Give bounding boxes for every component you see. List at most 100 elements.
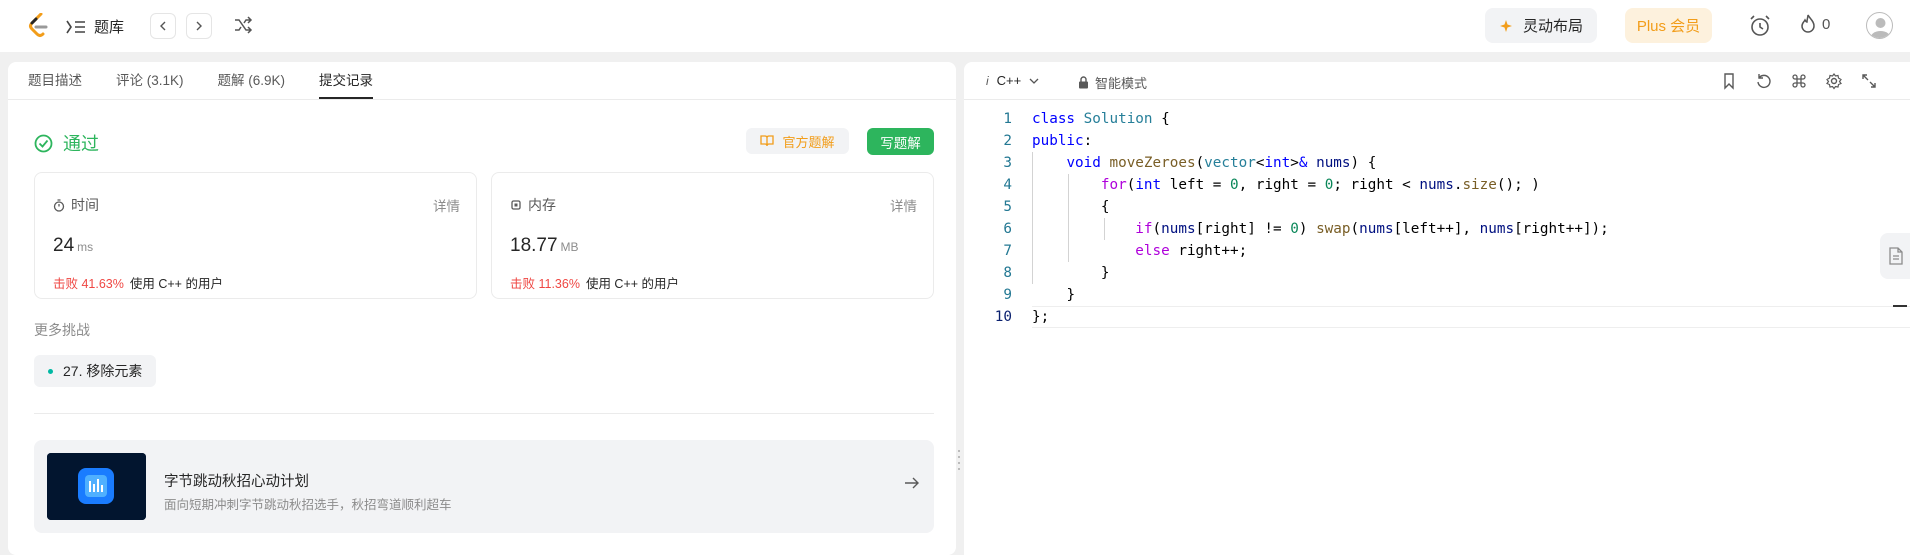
tab-description[interactable]: 题目描述 [28,69,82,99]
editor-toolbar: i C++ 智能模式 [964,62,1910,100]
document-icon [1889,247,1903,265]
lock-icon [1079,76,1088,89]
leetcode-logo[interactable] [27,13,49,39]
tab-comments[interactable]: 评论 (3.1K) [116,69,184,99]
code-line: 4 for(int left = 0, right = 0; right < n… [964,174,1910,196]
tab-solutions[interactable]: 题解 (6.9K) [218,69,286,99]
code-line-current: 10}; [964,306,1910,328]
memory-label: 内存 [528,197,556,213]
runtime-label-group: 时间 [53,195,99,215]
chip-icon [511,200,521,210]
chevron-down-icon [1029,78,1039,84]
official-solution-label: 官方题解 [782,134,835,150]
line-number: 3 [1003,155,1012,171]
streak-count: 0 [1822,15,1831,33]
code-line: 8 } [964,262,1910,284]
runtime-detail-link[interactable]: 详情 [433,195,460,215]
left-tabs: 题目描述 评论 (3.1K) 题解 (6.9K) 提交记录 [8,62,956,100]
status-text: 通过 [63,134,99,154]
runtime-value-group: 24 ms [53,235,93,257]
list-icon [66,20,85,33]
line-number: 9 [1003,287,1012,303]
code-area[interactable]: 1 class Solution { 2 public: 3 void moveZe… [964,108,1910,328]
streak-counter[interactable]: 0 [1800,14,1830,34]
alarm-clock-icon[interactable] [1748,14,1772,38]
line-number: 2 [1003,133,1012,149]
line-number: 10 [994,309,1012,325]
check-circle-icon [34,134,53,152]
shuffle-icon[interactable] [233,16,253,34]
code-line: 9 } [964,284,1910,306]
challenge-label: 27. 移除元素 [63,363,143,379]
write-solution-button[interactable]: 写题解 [867,128,934,155]
arrow-right-icon [905,477,919,489]
runtime-beat: 击败 41.63% 使用 C++ 的用户 [53,273,223,292]
bytedance-logo [47,453,146,520]
memory-beat-percent: 击败 11.36% [510,277,580,291]
problem-list-label: 题库 [94,19,125,36]
line-number: 5 [1003,199,1012,215]
line-number: 1 [1003,111,1012,127]
shortcut-icon[interactable] [1790,72,1808,90]
line-number: 7 [1003,243,1012,259]
code-line: 7 else right++; [964,240,1910,262]
fullscreen-icon[interactable] [1860,72,1878,90]
line-number: 8 [1003,265,1012,281]
memory-label-group: 内存 [510,195,556,215]
plus-member-label: Plus 会员 [1636,18,1701,35]
problem-list-button[interactable]: 题库 [66,16,124,37]
runtime-card[interactable]: 时间 详情 24 ms 击败 41.63% 使用 C++ 的用户 [34,172,477,299]
dynamic-layout-button[interactable]: 灵动布局 [1485,8,1597,43]
code-line: 2 public: [964,130,1910,152]
side-notes-tab[interactable] [1880,233,1910,279]
memory-beat: 击败 11.36% 使用 C++ 的用户 [510,273,679,292]
plus-member-button[interactable]: Plus 会员 [1625,8,1712,43]
line-number: 6 [1003,221,1012,237]
user-icon [1870,18,1891,38]
settings-gear-icon[interactable] [1825,72,1843,90]
panel-resize-handle[interactable] [957,450,961,470]
reset-icon[interactable] [1755,72,1773,90]
language-select[interactable]: i C++ [986,73,1039,88]
runtime-beat-percent: 击败 41.63% [53,277,124,291]
chevron-left-icon [160,21,166,31]
dynamic-layout-label: 灵动布局 [1523,18,1584,35]
editor-actions [1720,72,1878,90]
official-solution-button[interactable]: 官方题解 [746,128,849,154]
code-line: 1 class Solution { [964,108,1910,130]
promo-subtitle: 面向短期冲刺字节跳动秋招选手，秋招弯道顺利超车 [164,498,452,512]
minimap-cursor-marker [1893,305,1907,307]
smart-mode-label: 智能模式 [1095,76,1148,91]
fire-icon [1801,14,1815,33]
top-bar: 题库 灵动布局 Plus 会员 0 [0,0,1910,52]
memory-detail-link[interactable]: 详情 [890,195,917,215]
promo-banner[interactable]: 字节跳动秋招心动计划 面向短期冲刺字节跳动秋招选手，秋招弯道顺利超车 [34,440,934,533]
result-status: 通过 [34,130,99,156]
difficulty-dot [48,368,53,374]
code-line: 6 if(nums[right] != 0) swap(nums[left++]… [964,218,1910,240]
memory-beat-text: 使用 C++ 的用户 [585,277,680,291]
stopwatch-icon [53,198,65,212]
tab-submissions[interactable]: 提交记录 [319,69,374,99]
memory-card[interactable]: 内存 详情 18.77 MB 击败 11.36% 使用 C++ 的用户 [491,172,934,299]
chevron-right-icon [196,21,202,31]
book-icon [760,135,775,147]
challenge-chip[interactable]: 27. 移除元素 [34,355,157,387]
divider [34,413,934,414]
promo-image [47,453,146,520]
promo-title: 字节跳动秋招心动计划 [164,474,309,490]
runtime-value: 24 [53,235,75,256]
write-solution-label: 写题解 [880,135,921,151]
code-line: 3 void moveZeroes(vector<int>& nums) { [964,152,1910,174]
bookmark-icon[interactable] [1720,72,1738,90]
smart-mode-toggle[interactable]: 智能模式 [1078,73,1147,92]
runtime-unit: ms [77,240,94,254]
avatar[interactable] [1866,12,1893,39]
code-line: 5 { [964,196,1910,218]
runtime-beat-text: 使用 C++ 的用户 [129,277,223,291]
prev-problem-button[interactable] [150,13,176,39]
sparkle-icon [1500,19,1512,32]
memory-value-group: 18.77 MB [510,235,579,257]
memory-value: 18.77 [510,235,558,256]
next-problem-button[interactable] [186,13,212,39]
